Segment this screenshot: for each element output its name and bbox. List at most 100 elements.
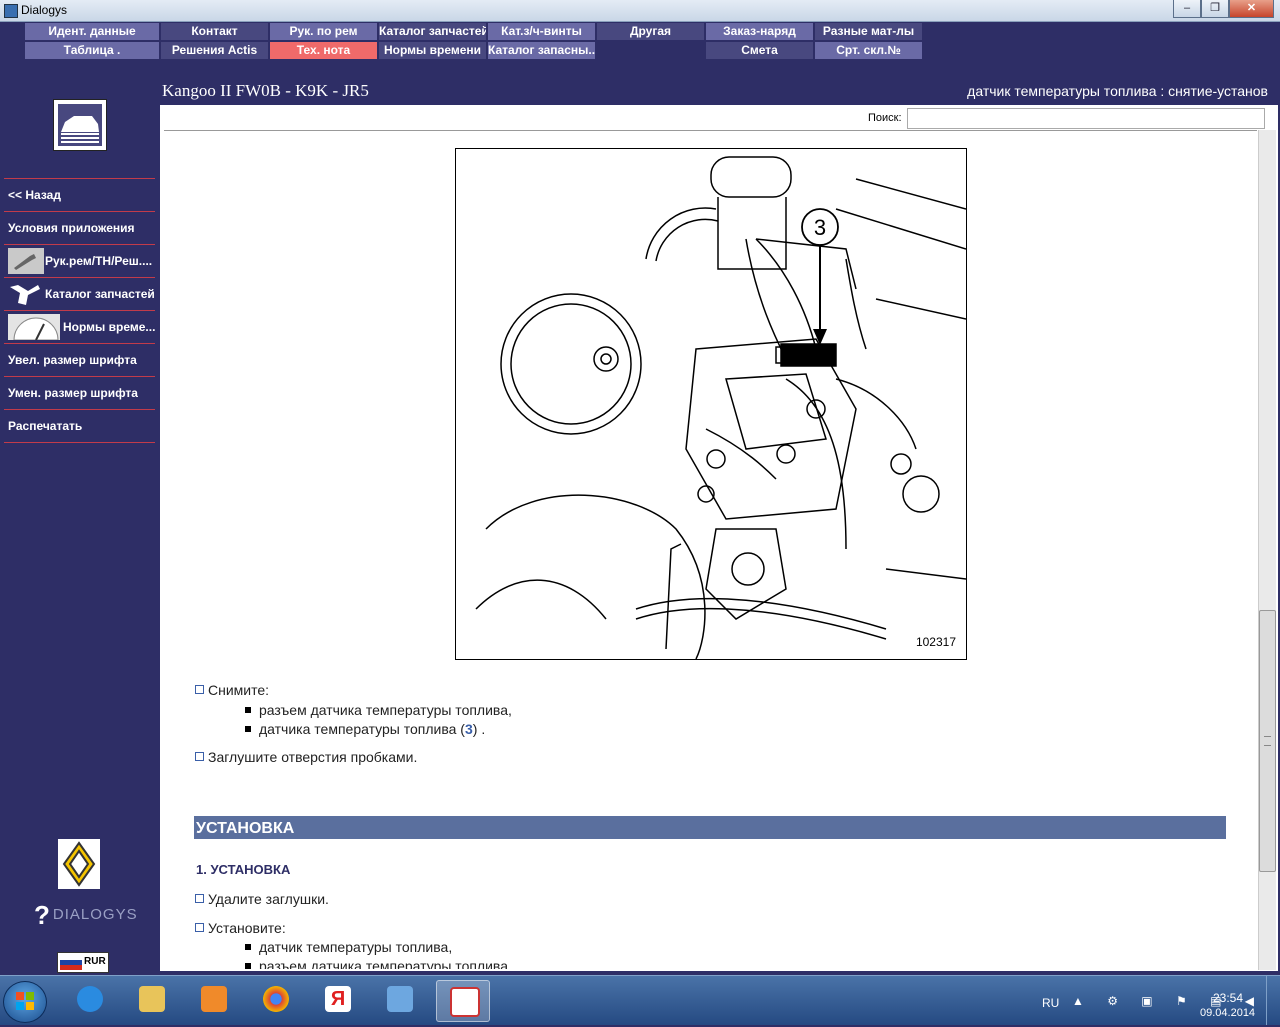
step-text: Установите: [208, 920, 286, 936]
sidebar-item-font-decrease[interactable]: Умен. размер шрифта [4, 376, 155, 409]
sidebar-item-parts[interactable]: Каталог запчастей [4, 277, 155, 310]
bullet-icon [195, 894, 204, 903]
question-mark-icon: ? [34, 900, 51, 930]
bullet-icon [245, 963, 251, 969]
currency-selector[interactable]: RUR [57, 952, 109, 973]
subsection-title: 1. УСТАНОВКА [196, 862, 291, 877]
menu-table[interactable]: Таблица . [25, 42, 159, 59]
taskbar: Я RU ▲ ⚙ ▣ ⚑ ▤ ◀ 23:54 09.04.2014 [0, 975, 1280, 1025]
window-titlebar: Dialogys – ❐ ✕ [0, 0, 1280, 22]
window-controls: – ❐ ✕ [1173, 0, 1274, 18]
sidebar-item-label: Нормы време... [63, 320, 156, 334]
folder-icon [139, 986, 165, 1012]
clock-date[interactable]: 09.04.2014 [1200, 1007, 1255, 1019]
currency-label: RUR [84, 956, 106, 967]
media-taskbar-button[interactable] [188, 980, 240, 1020]
callout-reference-link[interactable]: 3 [465, 721, 473, 737]
dialogys-logo: ? DIALOGYS [34, 900, 138, 931]
vehicle-logo-icon[interactable] [53, 99, 107, 151]
sidebar-item-label: Увел. размер шрифта [8, 353, 137, 367]
menu-actis-solutions[interactable]: Решения Actis [161, 42, 268, 59]
bullet-icon [245, 944, 251, 950]
language-indicator[interactable]: RU [1042, 996, 1059, 1010]
menu-other[interactable]: Другая [597, 23, 704, 40]
show-desktop-button[interactable] [1266, 976, 1280, 1025]
windows-logo-icon [16, 992, 34, 1010]
menu-screws-catalog[interactable]: Кат.з/ч-винты [488, 23, 595, 40]
step-plug: Заглушите отверстия пробками. [195, 749, 417, 765]
engine-drawing: 3 [475, 156, 966, 659]
section-title: УСТАНОВКА [194, 816, 1226, 839]
menu-spare-catalog[interactable]: Каталог запасны... [488, 42, 595, 59]
sidebar-item-label: Умен. размер шрифта [8, 386, 138, 400]
menu-tech-note[interactable]: Тех. нота [270, 42, 377, 59]
sidebar-item-label: Распечатать [8, 419, 83, 433]
parts-icon [8, 281, 44, 307]
clock-time[interactable]: 23:54 [1213, 991, 1243, 1005]
menu-time-norms[interactable]: Нормы времени [379, 42, 486, 59]
sidebar-divider [4, 442, 155, 443]
list-item-text: датчик температуры топлива, [259, 939, 453, 955]
app-icon [4, 4, 18, 18]
explorer-taskbar-button[interactable] [126, 980, 178, 1020]
ie-taskbar-button[interactable] [64, 980, 116, 1020]
search-label: Поиск: [868, 112, 902, 124]
russia-flag-icon [60, 955, 82, 970]
page-subtitle: датчик температуры топлива : снятие-уста… [967, 83, 1268, 99]
search-input[interactable] [907, 108, 1265, 129]
menu-warehouse[interactable]: Срт. скл.№ [815, 42, 922, 59]
grip-icon [1264, 736, 1271, 746]
list-item: разъем датчика температуры топлива, [245, 702, 512, 718]
brand-text: DIALOGYS [52, 906, 138, 923]
bullet-icon [195, 752, 204, 761]
start-button[interactable] [3, 981, 47, 1023]
menu-work-order[interactable]: Заказ-наряд [706, 23, 813, 40]
step-remove: Снимите: [195, 682, 269, 698]
chrome-taskbar-button[interactable] [250, 980, 302, 1020]
maximize-button[interactable]: ❐ [1201, 0, 1229, 18]
renault-logo-icon [58, 839, 100, 889]
yandex-icon: Я [325, 986, 351, 1012]
step-text: Заглушите отверстия пробками. [208, 749, 418, 765]
list-item-text-tail: ) . [472, 721, 486, 737]
menu-misc-materials[interactable]: Разные мат-лы [815, 23, 922, 40]
list-item-text: датчика температуры топлива ( [259, 721, 465, 737]
sidebar-item-label: Условия приложения [8, 221, 135, 235]
audio-taskbar-button[interactable] [374, 980, 426, 1020]
speaker-icon [387, 986, 413, 1012]
list-item-text: разъем датчика температуры топлива, [259, 958, 512, 969]
window-title: Dialogys [21, 3, 68, 17]
menu-contact[interactable]: Контакт [161, 23, 268, 40]
wrench-icon [8, 248, 44, 274]
sidebar-item-label: << Назад [8, 188, 61, 202]
scrollbar-thumb[interactable] [1259, 610, 1276, 872]
yandex-taskbar-button[interactable]: Я [312, 980, 364, 1020]
page-title: Kangoo II FW0B - K9K - JR5 [162, 81, 369, 100]
figure-number: 102317 [915, 635, 956, 649]
list-item: датчик температуры топлива, [245, 939, 452, 955]
menu-repair-manual[interactable]: Рук. по рем [270, 23, 377, 40]
menu-parts-catalog[interactable]: Каталог запчастей [379, 23, 486, 40]
list-item-text: разъем датчика температуры топлива, [259, 702, 512, 718]
close-button[interactable]: ✕ [1229, 0, 1274, 18]
java-taskbar-button[interactable] [436, 980, 490, 1022]
callout-label: 3 [814, 215, 826, 240]
menu-estimate[interactable]: Смета [706, 42, 813, 59]
ie-icon [77, 986, 103, 1012]
step-remove-plugs: Удалите заглушки. [195, 891, 329, 907]
chrome-icon [263, 986, 289, 1012]
bullet-icon [245, 726, 251, 732]
minimize-button[interactable]: – [1173, 0, 1201, 18]
sidebar-item-print[interactable]: Распечатать [4, 409, 155, 442]
sidebar-item-label: Каталог запчастей [45, 287, 155, 301]
sidebar-item-repair[interactable]: Рук.рем/ТН/Реш.... [4, 244, 155, 277]
sidebar-item-label: Рук.рем/ТН/Реш.... [45, 254, 153, 268]
bullet-icon [195, 685, 204, 694]
media-player-icon [201, 986, 227, 1012]
menu-ident[interactable]: Идент. данные [25, 23, 159, 40]
sidebar-item-time-norms[interactable]: Нормы време... [4, 310, 155, 343]
sidebar-item-back[interactable]: << Назад [4, 178, 155, 211]
sidebar-item-terms[interactable]: Условия приложения [4, 211, 155, 244]
sidebar-item-font-increase[interactable]: Увел. размер шрифта [4, 343, 155, 376]
bullet-icon [245, 707, 251, 713]
